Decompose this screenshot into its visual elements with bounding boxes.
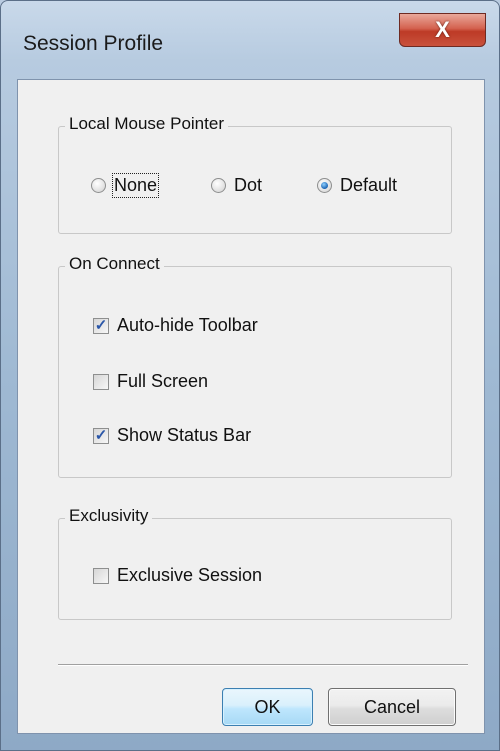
checkbox-full-screen-label[interactable]: Full Screen (117, 371, 208, 392)
checkbox-auto-hide-toolbar-box[interactable]: ✓ (93, 317, 109, 334)
checkbox-show-status-bar-label[interactable]: Show Status Bar (117, 425, 251, 446)
checkmark-icon: ✓ (94, 317, 108, 334)
mouse-pointer-legend: Local Mouse Pointer (65, 114, 228, 134)
exclusivity-group: Exclusivity Exclusive Session (58, 506, 452, 620)
on-connect-legend: On Connect (65, 254, 164, 274)
checkbox-exclusive-session-label[interactable]: Exclusive Session (117, 565, 262, 586)
close-button[interactable]: X (399, 13, 486, 47)
radio-dot-button[interactable] (211, 178, 226, 193)
checkmark-icon: ✓ (94, 427, 108, 444)
radio-dot-label[interactable]: Dot (234, 175, 262, 196)
checkbox-full-screen[interactable]: Full Screen (93, 371, 208, 392)
radio-dot[interactable]: Dot (211, 175, 262, 196)
checkbox-full-screen-box[interactable] (93, 373, 109, 390)
radio-default[interactable]: Default (317, 175, 397, 196)
dialog-client-area: Local Mouse Pointer None Dot Default On … (17, 79, 485, 734)
radio-default-label[interactable]: Default (340, 175, 397, 196)
radio-none[interactable]: None (91, 173, 160, 198)
checkbox-auto-hide-toolbar[interactable]: ✓ Auto-hide Toolbar (93, 315, 258, 336)
checkbox-show-status-bar[interactable]: ✓ Show Status Bar (93, 425, 251, 446)
ok-button[interactable]: OK (222, 688, 313, 726)
radio-default-button[interactable] (317, 178, 332, 193)
mouse-pointer-group: Local Mouse Pointer None Dot Default (58, 114, 452, 234)
title-bar[interactable]: Session Profile X (1, 1, 499, 81)
checkbox-exclusive-session-box[interactable] (93, 567, 109, 584)
button-separator (58, 664, 468, 666)
exclusivity-legend: Exclusivity (65, 506, 153, 526)
close-icon: X (435, 17, 450, 42)
checkbox-exclusive-session[interactable]: Exclusive Session (93, 565, 262, 586)
on-connect-group: On Connect ✓ Auto-hide Toolbar Full Scre… (58, 254, 452, 478)
cancel-button[interactable]: Cancel (328, 688, 456, 726)
checkbox-auto-hide-toolbar-label[interactable]: Auto-hide Toolbar (117, 315, 258, 336)
session-profile-dialog: Session Profile X Local Mouse Pointer No… (0, 0, 500, 751)
checkbox-show-status-bar-box[interactable]: ✓ (93, 427, 109, 444)
radio-none-button[interactable] (91, 178, 106, 193)
window-title: Session Profile (23, 32, 164, 55)
radio-none-label[interactable]: None (111, 173, 160, 198)
